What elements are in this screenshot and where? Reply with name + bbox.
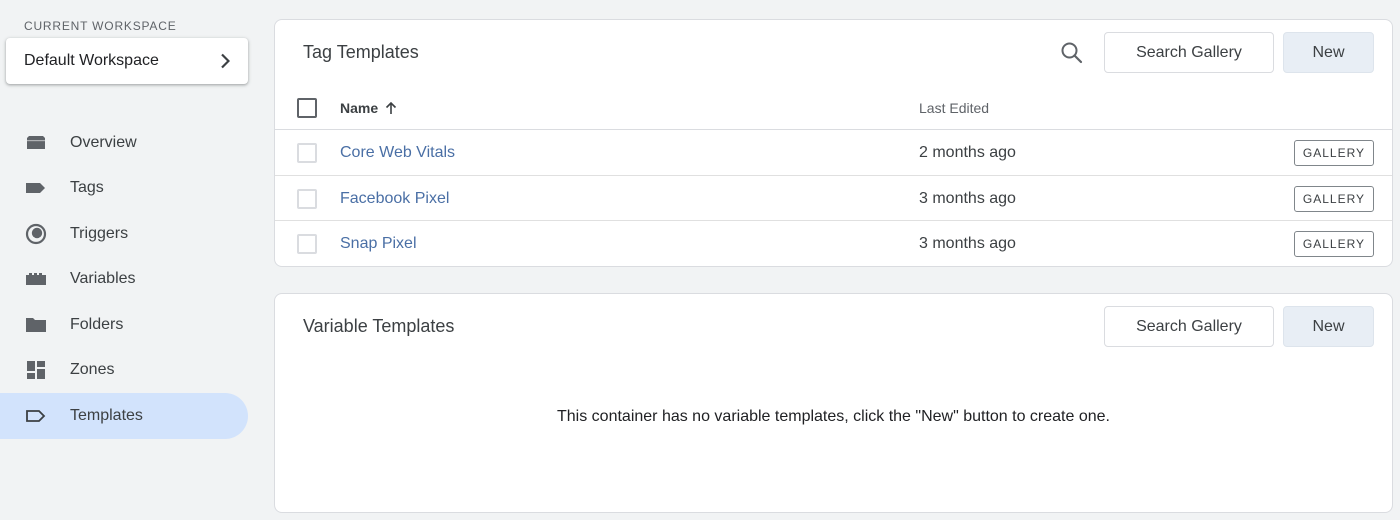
variable-templates-title: Variable Templates	[303, 316, 455, 336]
tag-new-button[interactable]: New	[1283, 32, 1374, 73]
template-name-link[interactable]: Core Web Vitals	[340, 144, 455, 162]
workspace-label: CURRENT WORKSPACE	[24, 19, 177, 33]
search-icon[interactable]	[1059, 40, 1085, 66]
variable-templates-card: Variable Templates Search Gallery New Th…	[274, 293, 1393, 513]
table-header: Name Last Edited	[275, 86, 1392, 130]
sort-arrow-up-icon	[386, 101, 397, 114]
sidebar-item-label: Variables	[70, 270, 136, 288]
tag-templates-title: Tag Templates	[303, 42, 419, 62]
variables-icon	[24, 267, 48, 291]
last-edited-value: 3 months ago	[919, 189, 1016, 207]
sidebar-item-tags[interactable]: Tags	[0, 166, 248, 212]
table-row: Snap Pixel 3 months ago GALLERY	[275, 221, 1392, 267]
sidebar-item-zones[interactable]: Zones	[0, 348, 248, 394]
name-column-label: Name	[340, 100, 379, 116]
table-row: Facebook Pixel 3 months ago GALLERY	[275, 176, 1392, 221]
tag-icon	[24, 176, 48, 200]
sidebar: CURRENT WORKSPACE Default Workspace Over…	[0, 0, 262, 520]
gallery-badge[interactable]: GALLERY	[1294, 231, 1374, 257]
variable-new-button[interactable]: New	[1283, 306, 1374, 347]
sidebar-item-label: Folders	[70, 315, 124, 333]
select-all-checkbox[interactable]	[297, 98, 317, 118]
gallery-badge[interactable]: GALLERY	[1294, 185, 1374, 212]
template-name-link[interactable]: Snap Pixel	[340, 235, 417, 253]
workspace-selector[interactable]: Default Workspace	[6, 38, 248, 84]
row-checkbox[interactable]	[297, 188, 317, 209]
row-checkbox[interactable]	[297, 143, 317, 163]
workspace-name: Default Workspace	[24, 52, 159, 69]
sidebar-item-label: Overview	[70, 133, 137, 151]
sidebar-item-overview[interactable]: Overview	[0, 120, 248, 166]
row-checkbox[interactable]	[297, 234, 317, 254]
last-edited-value: 2 months ago	[919, 144, 1016, 161]
sidebar-item-label: Tags	[70, 179, 104, 197]
template-name-link[interactable]: Facebook Pixel	[340, 190, 449, 208]
template-icon	[24, 404, 48, 428]
sidebar-item-label: Templates	[70, 406, 143, 424]
gallery-badge[interactable]: GALLERY	[1294, 140, 1374, 166]
tag-templates-card: Tag Templates Search Gallery New Name La…	[274, 19, 1393, 267]
last-edited-column-header[interactable]: Last Edited	[919, 100, 989, 116]
sidebar-item-folders[interactable]: Folders	[0, 302, 248, 348]
sidebar-item-templates[interactable]: Templates	[0, 393, 248, 439]
tag-search-gallery-button[interactable]: Search Gallery	[1104, 32, 1274, 73]
sidebar-nav: Overview Tags Triggers Variables Folders	[0, 120, 262, 439]
chevron-right-icon	[218, 53, 232, 69]
zones-icon	[24, 358, 48, 382]
sidebar-item-label: Triggers	[70, 224, 129, 242]
variable-search-gallery-button[interactable]: Search Gallery	[1104, 306, 1274, 347]
empty-state-message: This container has no variable templates…	[557, 408, 1110, 425]
trigger-icon	[24, 222, 48, 246]
table-row: Core Web Vitals 2 months ago GALLERY	[275, 130, 1392, 176]
overview-icon	[24, 131, 48, 155]
last-edited-value: 3 months ago	[919, 235, 1016, 252]
folder-icon	[24, 313, 48, 337]
sidebar-item-variables[interactable]: Variables	[0, 257, 248, 303]
name-column-header[interactable]: Name	[340, 100, 397, 116]
sidebar-item-label: Zones	[70, 361, 115, 379]
tag-templates-table: Name Last Edited Core Web Vitals 2 month…	[275, 86, 1392, 267]
sidebar-item-triggers[interactable]: Triggers	[0, 211, 248, 257]
